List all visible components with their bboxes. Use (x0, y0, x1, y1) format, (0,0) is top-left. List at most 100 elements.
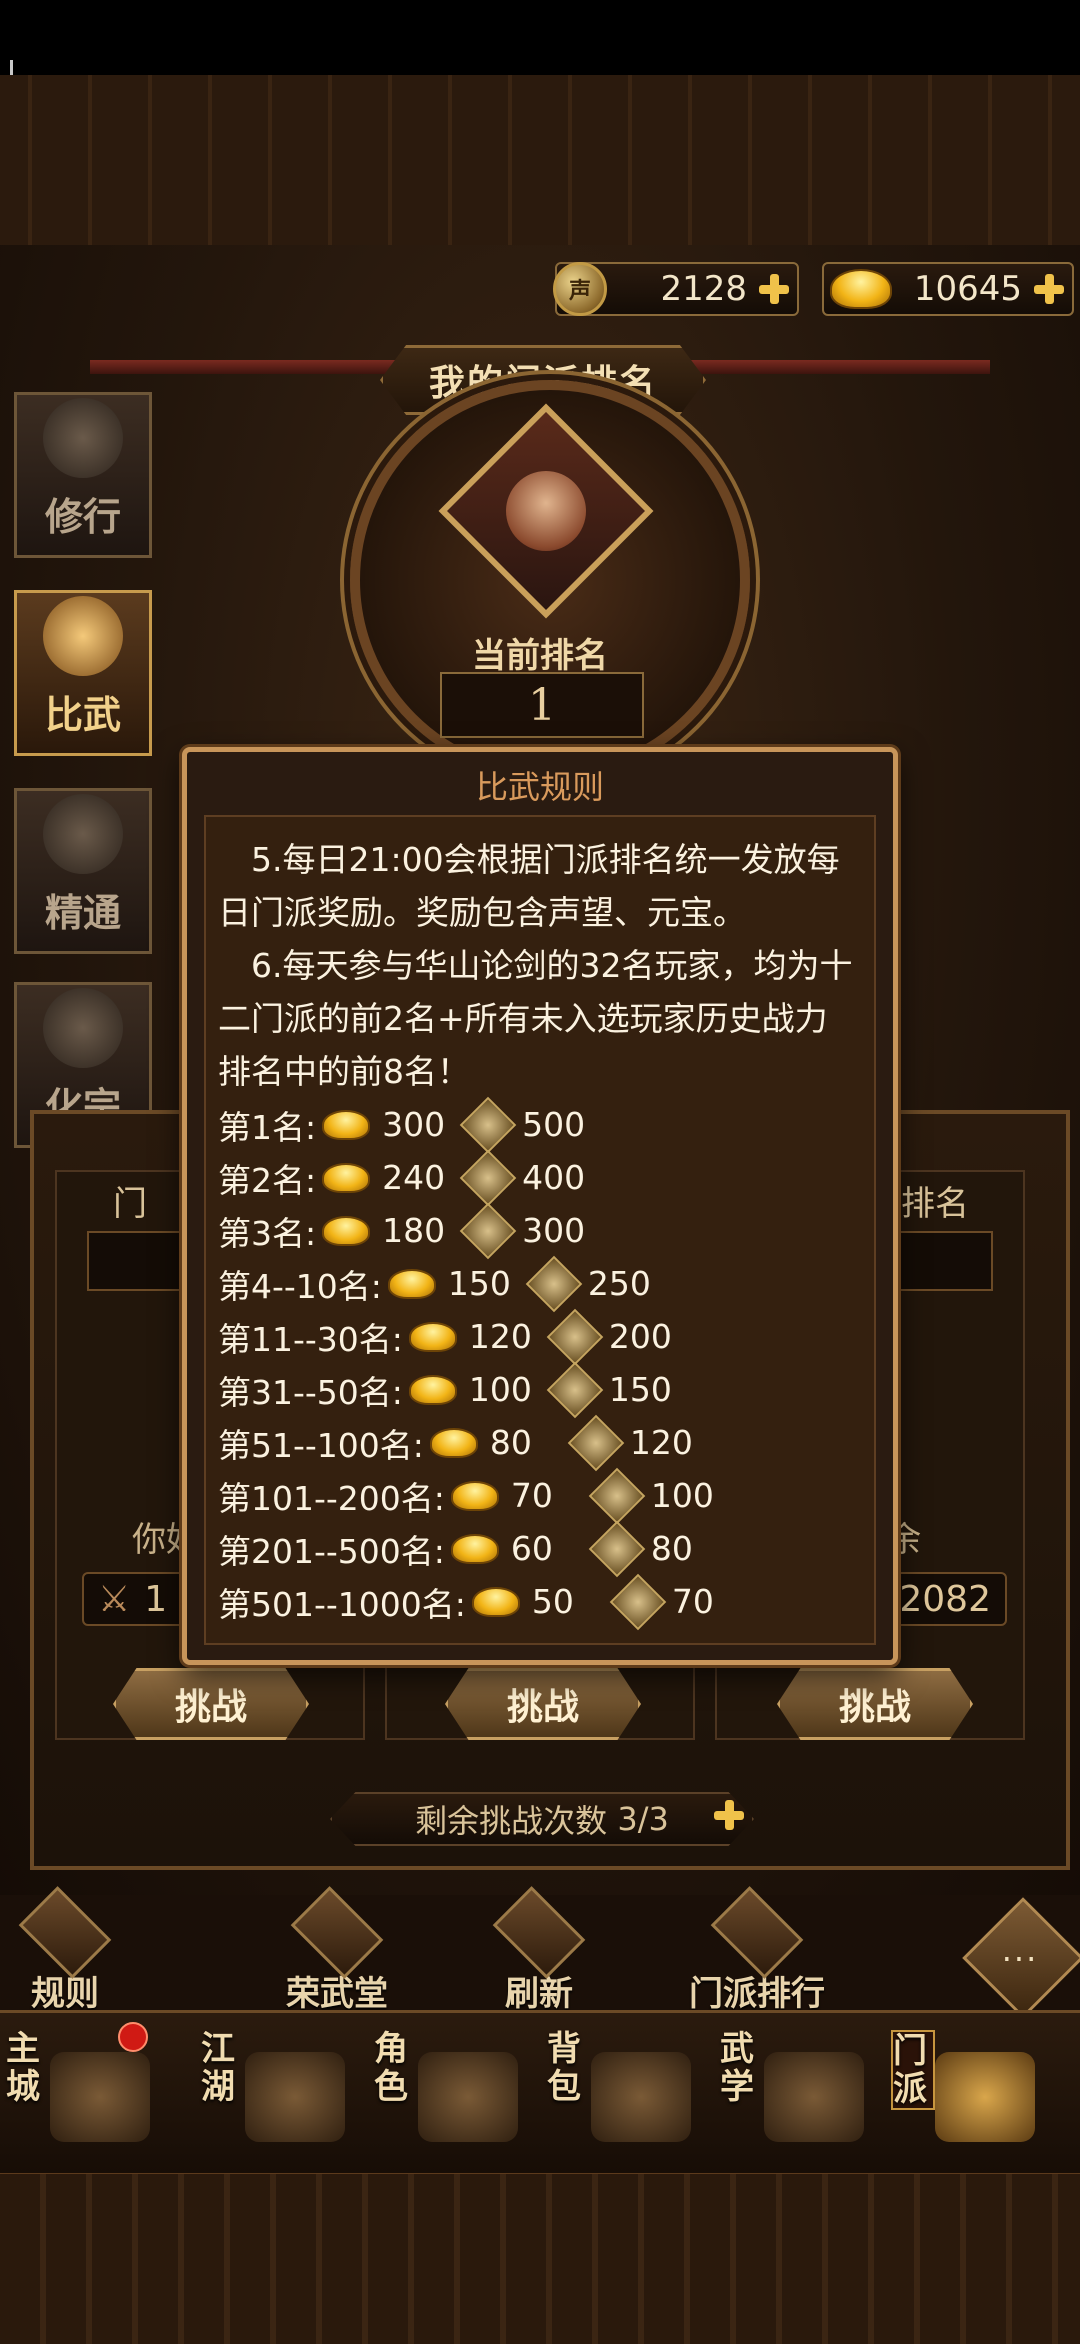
card-title-partial: 门 (113, 1184, 147, 1224)
reward-rank: 第31--50名: (218, 1372, 403, 1412)
reward-rank: 第11--30名: (218, 1319, 403, 1359)
power-icon: ⚔ (98, 1578, 131, 1620)
challenge-button[interactable]: 挑战 (113, 1668, 309, 1740)
duel-emblem-icon (43, 596, 123, 676)
action-label: 规则 (31, 1974, 99, 2014)
gold-ingot-icon (387, 1268, 436, 1299)
reward-reputation: 150 (608, 1370, 672, 1409)
reward-yuanbao: 80 (489, 1423, 532, 1462)
reward-list: 第1名: 300 500 第2名: 240 400 第3名: 180 300 第4--10名: 15… (218, 1096, 860, 1630)
reward-yuanbao: 300 (382, 1105, 446, 1144)
gold-ingot-icon (450, 1480, 499, 1511)
gold-ingot-icon (830, 269, 892, 309)
gold-ingot-icon (322, 1215, 371, 1246)
reward-reputation: 300 (522, 1211, 586, 1250)
reward-row: 第1名: 300 500 (218, 1096, 860, 1153)
top-frieze (0, 75, 1080, 249)
jianghu-icon (245, 2052, 345, 2142)
reputation-coin-icon (459, 1202, 517, 1259)
refresh-icon (492, 1886, 586, 1979)
nav-label: 主城 (6, 2029, 40, 2107)
reward-row: 第31--50名: 100 150 (218, 1361, 860, 1418)
challenge-button[interactable]: 挑战 (445, 1668, 641, 1740)
reward-yuanbao: 60 (510, 1529, 553, 1568)
opponent-power-value: 1 (144, 1578, 168, 1620)
reward-reputation: 500 (522, 1105, 586, 1144)
yuanbao-counter: 10645 (822, 262, 1074, 316)
reward-rank: 第3名: (218, 1213, 317, 1253)
remaining-value: 3/3 (617, 1800, 669, 1838)
rules-scroll-icon (18, 1886, 112, 1979)
rule-6: 6.每天参与华山论剑的32名玩家，均为十二门派的前2名+所有未入选玩家历史战力排… (218, 946, 853, 1091)
nav-martial-arts[interactable]: 武学 (714, 2030, 884, 2160)
reward-row: 第3名: 180 300 (218, 1202, 860, 1259)
sect-ranking-icon (710, 1886, 804, 1979)
reward-row: 第501--1000名: 50 70 (218, 1573, 860, 1630)
side-tab-label: 比武 (44, 692, 121, 737)
nav-character[interactable]: 角色 (368, 2030, 538, 2160)
reward-row: 第11--30名: 120 200 (218, 1308, 860, 1365)
reward-yuanbao: 150 (447, 1264, 511, 1303)
nav-sect[interactable]: 门派 (885, 2030, 1055, 2160)
add-yuanbao-button[interactable] (1032, 272, 1066, 306)
nav-label: 武学 (720, 2029, 754, 2107)
reward-rank: 第501--1000名: (218, 1584, 466, 1624)
reputation-coin-icon (459, 1149, 517, 1206)
nav-label: 门派 (891, 2030, 935, 2110)
action-label: 荣武堂 (286, 1974, 388, 2014)
nav-backpack[interactable]: 背包 (541, 2030, 711, 2160)
refresh-button[interactable]: 刷新 (454, 1886, 624, 2015)
reward-yuanbao: 240 (382, 1158, 446, 1197)
hall-of-honor-button[interactable]: 荣武堂 (252, 1886, 422, 2015)
add-challenges-button[interactable] (712, 1798, 746, 1832)
reward-row: 第101--200名: 70 100 (218, 1467, 860, 1524)
side-tab-duel[interactable]: 比武 (14, 590, 152, 756)
reward-yuanbao: 120 (468, 1317, 532, 1356)
add-reputation-button[interactable] (757, 272, 791, 306)
gold-ingot-icon (450, 1533, 499, 1564)
rule-5: 5.每日21:00会根据门派排名统一发放每日门派奖励。奖励包含声望、元宝。 (218, 840, 840, 932)
remaining-challenges: 剩余挑战次数 3/3 (330, 1792, 754, 1846)
martial-arts-icon (764, 2052, 864, 2142)
current-rank-label: 当前排名 (472, 636, 608, 676)
reward-yuanbao: 100 (468, 1370, 532, 1409)
reputation-coin-icon (546, 1308, 604, 1365)
reputation-coin-icon (546, 1361, 604, 1418)
nav-label: 江湖 (201, 2029, 235, 2107)
side-tab-mastery[interactable]: 精通 (14, 788, 152, 954)
reward-yuanbao: 50 (531, 1582, 574, 1621)
reputation-coin-icon (567, 1414, 625, 1471)
bottom-frieze (0, 2170, 1080, 2344)
remaining-label: 剩余挑战次数 (415, 1802, 608, 1840)
nav-main-city[interactable]: 主城 (0, 2030, 170, 2160)
side-tab-label: 精通 (44, 890, 121, 935)
sect-ranking-button[interactable]: 门派排行 (657, 1886, 857, 2015)
nav-label: 背包 (547, 2029, 581, 2107)
card-title-partial: 排名 (901, 1184, 969, 1224)
nav-jianghu[interactable]: 江湖 (195, 2030, 365, 2160)
reward-row: 第2名: 240 400 (218, 1149, 860, 1206)
reputation-coin-icon (588, 1467, 646, 1524)
gold-ingot-icon (408, 1321, 457, 1352)
reputation-counter: 声 2128 (553, 262, 799, 316)
reward-reputation: 400 (522, 1158, 586, 1197)
cultivate-emblem-icon (43, 398, 123, 478)
reward-reputation: 200 (608, 1317, 672, 1356)
action-label: 门派排行 (689, 1974, 825, 2014)
reward-reputation: 70 (671, 1582, 714, 1621)
nav-label: 角色 (374, 2029, 408, 2107)
reward-row: 第51--100名: 80 120 (218, 1414, 860, 1471)
backpack-icon (591, 2052, 691, 2142)
character-scroll-icon (418, 2052, 518, 2142)
reward-rank: 第4--10名: (218, 1266, 382, 1306)
challenge-button[interactable]: 挑战 (777, 1668, 973, 1740)
side-tab-label: 修行 (44, 494, 121, 539)
rules-content[interactable]: 5.每日21:00会根据门派排名统一发放每日门派奖励。奖励包含声望、元宝。 6.… (204, 815, 876, 1645)
rules-button[interactable]: 规则 (0, 1886, 150, 2015)
reward-reputation: 250 (587, 1264, 651, 1303)
gold-ingot-icon (322, 1162, 371, 1193)
current-rank-value: 1 (440, 672, 644, 738)
side-tab-cultivate[interactable]: 修行 (14, 392, 152, 558)
yuanbao-value: 10645 (913, 269, 1022, 309)
main-city-icon (50, 2052, 150, 2142)
